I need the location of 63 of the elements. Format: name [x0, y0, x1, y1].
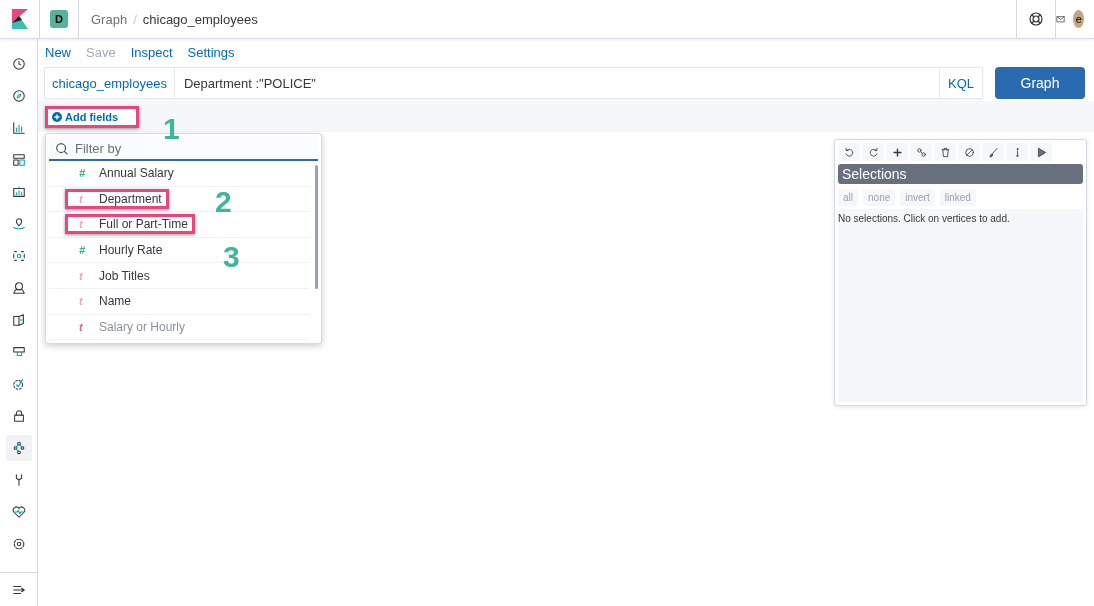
logo-icon[interactable]: [11, 9, 28, 29]
person-icon: [11, 281, 26, 295]
field-label[interactable]: Hourly Rate: [99, 243, 163, 258]
user-avatar[interactable]: e: [1073, 10, 1084, 28]
play-icon: [1035, 146, 1047, 158]
link-icon: [915, 146, 927, 158]
field-type-icon: t: [79, 295, 95, 308]
dotted-frame-icon: [11, 249, 26, 263]
field-label[interactable]: Name: [99, 294, 131, 309]
toolbar-button[interactable]: [934, 143, 956, 161]
breadcrumb[interactable]: chicago_employees: [142, 11, 258, 27]
field-label[interactable]: Department: [99, 191, 162, 206]
help-icon[interactable]: [1028, 11, 1044, 27]
compass-icon: [11, 89, 26, 103]
ban-icon: [963, 146, 975, 158]
plus-icon: [891, 146, 903, 158]
search-icon: [55, 142, 69, 156]
map-pin-icon: [11, 217, 26, 231]
field-label[interactable]: Full or Part-Time: [99, 217, 188, 232]
field-option[interactable]: t Name: [65, 291, 138, 312]
easel-icon: [11, 185, 26, 199]
clock-icon: [11, 57, 26, 71]
field-type-icon: t: [79, 192, 95, 205]
field-type-icon: #: [79, 244, 95, 257]
undo-icon: [843, 146, 855, 158]
breadcrumb-separator: /: [133, 11, 137, 27]
gear-icon: [11, 537, 26, 551]
field-label[interactable]: Annual Salary: [99, 166, 174, 181]
nav-item[interactable]: [5, 435, 32, 461]
menu-link[interactable]: Settings: [187, 45, 235, 67]
field-option[interactable]: t Salary or Hourly: [65, 316, 193, 337]
field-option[interactable]: # Annual Salary: [65, 163, 181, 184]
heartbeat-icon: [11, 505, 26, 519]
collapse-menu-icon[interactable]: [11, 583, 26, 597]
empty-message: No selections. Click on vertices to add.: [838, 209, 1083, 402]
lock-icon: [11, 409, 26, 423]
field-type-icon: t: [79, 320, 95, 333]
panel-title: Selections: [838, 164, 1083, 184]
field-type-icon: #: [79, 167, 95, 180]
redo-icon: [867, 146, 879, 158]
toolbar-button[interactable]: [886, 143, 908, 161]
space-avatar[interactable]: D: [50, 10, 68, 28]
field-label[interactable]: Job Titles: [99, 268, 150, 283]
field-label[interactable]: Salary or Hourly: [99, 319, 186, 334]
add-fields-button[interactable]: Add fields: [50, 110, 121, 123]
menu-link[interactable]: Inspect: [130, 45, 173, 67]
toolbar-button[interactable]: [958, 143, 980, 161]
breadcrumb[interactable]: Graph: [91, 11, 128, 27]
brush-icon: [987, 146, 999, 158]
dashboard-icon: [11, 153, 26, 167]
bar-chart-icon: [11, 121, 26, 135]
graph-icon: [11, 441, 26, 455]
field-type-icon: t: [79, 269, 95, 282]
callout-number: 3: [223, 242, 240, 272]
plus-circle-icon: [52, 111, 62, 122]
field-option[interactable]: # Hourly Rate: [65, 240, 170, 261]
field-type-icon: t: [79, 218, 95, 231]
menu-link[interactable]: New: [45, 45, 71, 67]
toolbar-button[interactable]: [1030, 143, 1052, 161]
trash-icon: [939, 146, 951, 158]
field-option[interactable]: t Job Titles: [65, 265, 157, 286]
graph-button[interactable]: Graph: [995, 67, 1085, 99]
callout-number: 2: [215, 187, 232, 217]
